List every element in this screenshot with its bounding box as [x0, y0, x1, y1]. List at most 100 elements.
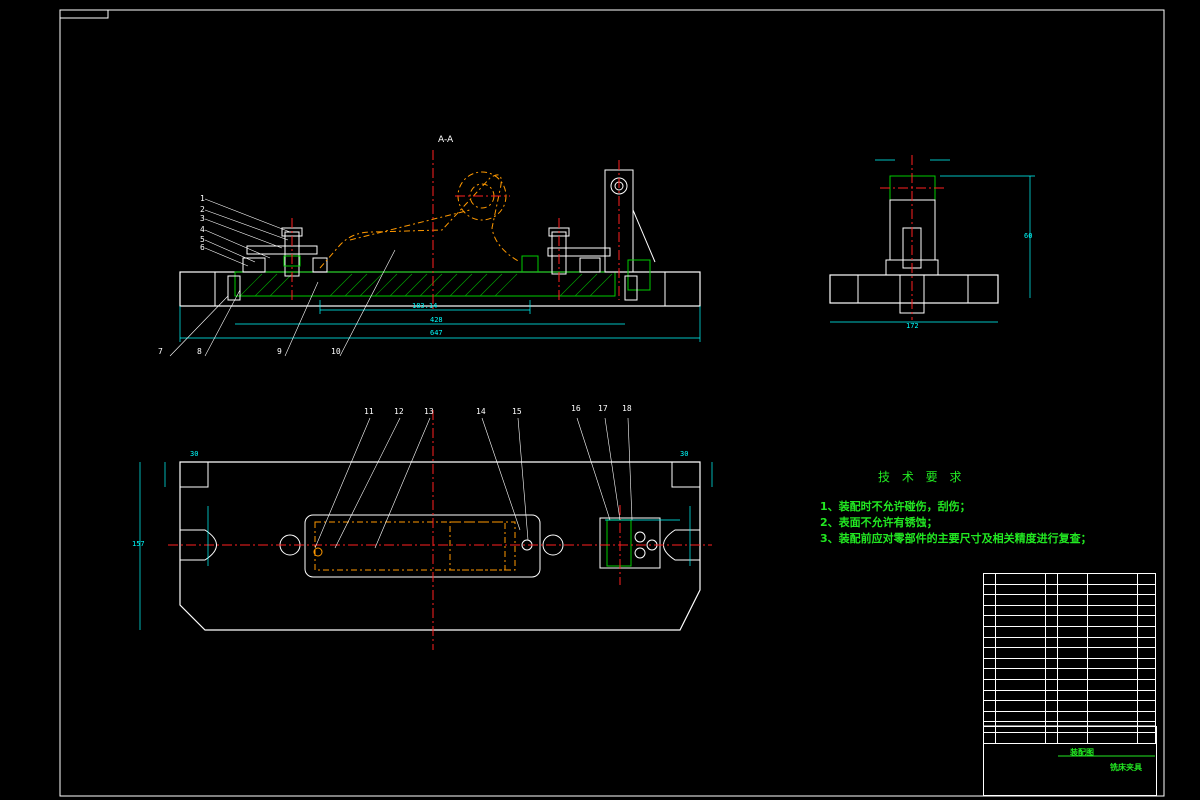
bom-cell: [995, 625, 1046, 638]
bom-cell: [1045, 573, 1058, 585]
bom-cell: [1057, 594, 1088, 606]
bom-cell: [995, 573, 1046, 585]
bom-cell: [1045, 668, 1058, 680]
bom-cell: [1057, 625, 1088, 638]
tech-requirement-1: 1、装配时不允许碰伤，刮伤；: [820, 500, 971, 513]
tech-requirements-title: 技 术 要 求: [878, 470, 966, 484]
bom-cell: [995, 657, 1046, 670]
dim-front-center: 183.14: [412, 302, 438, 310]
dim-plan-height: 157: [132, 540, 145, 548]
callout-7: 7: [158, 347, 163, 356]
dim-front-inner: 428: [430, 316, 443, 324]
bom-cell: [1087, 647, 1138, 659]
bom-row: [983, 625, 1156, 638]
callout-16: 16: [571, 404, 581, 413]
bom-cell: [1137, 678, 1156, 691]
bom-cell: [1045, 604, 1058, 617]
bom-cell: [1057, 604, 1088, 617]
bill-of-materials: [983, 573, 1156, 744]
bom-cell: [1137, 573, 1156, 585]
bom-row: [983, 689, 1156, 702]
bom-cell: [983, 604, 996, 617]
callout-14: 14: [476, 407, 486, 416]
bom-cell: [983, 689, 996, 702]
callout-15: 15: [512, 407, 522, 416]
bom-cell: [1087, 604, 1138, 617]
callout-18: 18: [622, 404, 632, 413]
bom-cell: [995, 594, 1046, 606]
bom-row: [983, 657, 1156, 670]
corner-tag: [59, 9, 109, 19]
bom-cell: [1137, 594, 1156, 606]
callout-6: 6: [200, 243, 205, 252]
bom-cell: [995, 604, 1046, 617]
bom-cell: [983, 668, 996, 680]
tech-requirements: 技 术 要 求 1、装配时不允许碰伤，刮伤； 2、表面不允许有锈蚀； 3、装配前…: [820, 468, 1092, 547]
bom-cell: [1057, 678, 1088, 691]
section-label: A-A: [438, 135, 454, 145]
bom-cell: [1137, 583, 1156, 596]
bom-cell: [1137, 625, 1156, 638]
bom-cell: [1137, 604, 1156, 617]
bom-cell: [983, 615, 996, 627]
bom-cell: [1137, 710, 1156, 723]
bom-cell: [983, 678, 996, 691]
bom-cell: [995, 678, 1046, 691]
dim-side-height: 60: [1024, 232, 1033, 240]
bom-cell: [1045, 700, 1058, 712]
bom-cell: [1087, 573, 1138, 585]
bom-cell: [1057, 700, 1088, 712]
bom-cell: [1137, 689, 1156, 702]
bom-row: [983, 647, 1156, 659]
bom-cell: [1087, 657, 1138, 670]
bom-cell: [1137, 615, 1156, 627]
bom-cell: [995, 647, 1046, 659]
dim-plan-slot-right: 30: [680, 450, 689, 458]
callout-1: 1: [200, 194, 205, 203]
bom-cell: [995, 689, 1046, 702]
callout-13: 13: [424, 407, 434, 416]
bom-cell: [1045, 678, 1058, 691]
bom-cell: [983, 700, 996, 712]
bom-cell: [1057, 668, 1088, 680]
bom-row: [983, 678, 1156, 691]
front-section-view: [169, 150, 701, 357]
bom-cell: [1137, 700, 1156, 712]
bom-cell: [1057, 657, 1088, 670]
bom-row: [983, 604, 1156, 617]
bom-cell: [983, 625, 996, 638]
bom-cell: [1087, 689, 1138, 702]
bom-cell: [1045, 615, 1058, 627]
callout-17: 17: [598, 404, 608, 413]
callout-12: 12: [394, 407, 404, 416]
bom-row: [983, 573, 1156, 585]
callout-4: 4: [200, 225, 205, 234]
bom-cell: [1087, 594, 1138, 606]
bom-cell: [983, 594, 996, 606]
bom-cell: [983, 647, 996, 659]
bom-cell: [1057, 573, 1088, 585]
bom-cell: [1045, 583, 1058, 596]
bom-cell: [1087, 625, 1138, 638]
bom-cell: [1087, 678, 1138, 691]
bom-row: [983, 668, 1156, 680]
bom-row: [983, 710, 1156, 723]
bom-cell: [995, 636, 1046, 649]
title-block: 装配图 铣床夹具: [983, 726, 1157, 796]
bom-cell: [995, 668, 1046, 680]
bom-cell: [1045, 636, 1058, 649]
bom-cell: [1137, 636, 1156, 649]
dim-side-width: 172: [906, 322, 919, 330]
bom-row: [983, 700, 1156, 712]
bom-cell: [1087, 710, 1138, 723]
bom-cell: [1087, 636, 1138, 649]
callout-2: 2: [200, 205, 205, 214]
bom-cell: [1057, 710, 1088, 723]
bom-cell: [1087, 700, 1138, 712]
bom-cell: [983, 636, 996, 649]
bom-row: [983, 594, 1156, 606]
bom-cell: [983, 657, 996, 670]
dim-plan-slot-left: 30: [190, 450, 199, 458]
dim-front-overall: 647: [430, 329, 443, 337]
bom-cell: [1057, 647, 1088, 659]
